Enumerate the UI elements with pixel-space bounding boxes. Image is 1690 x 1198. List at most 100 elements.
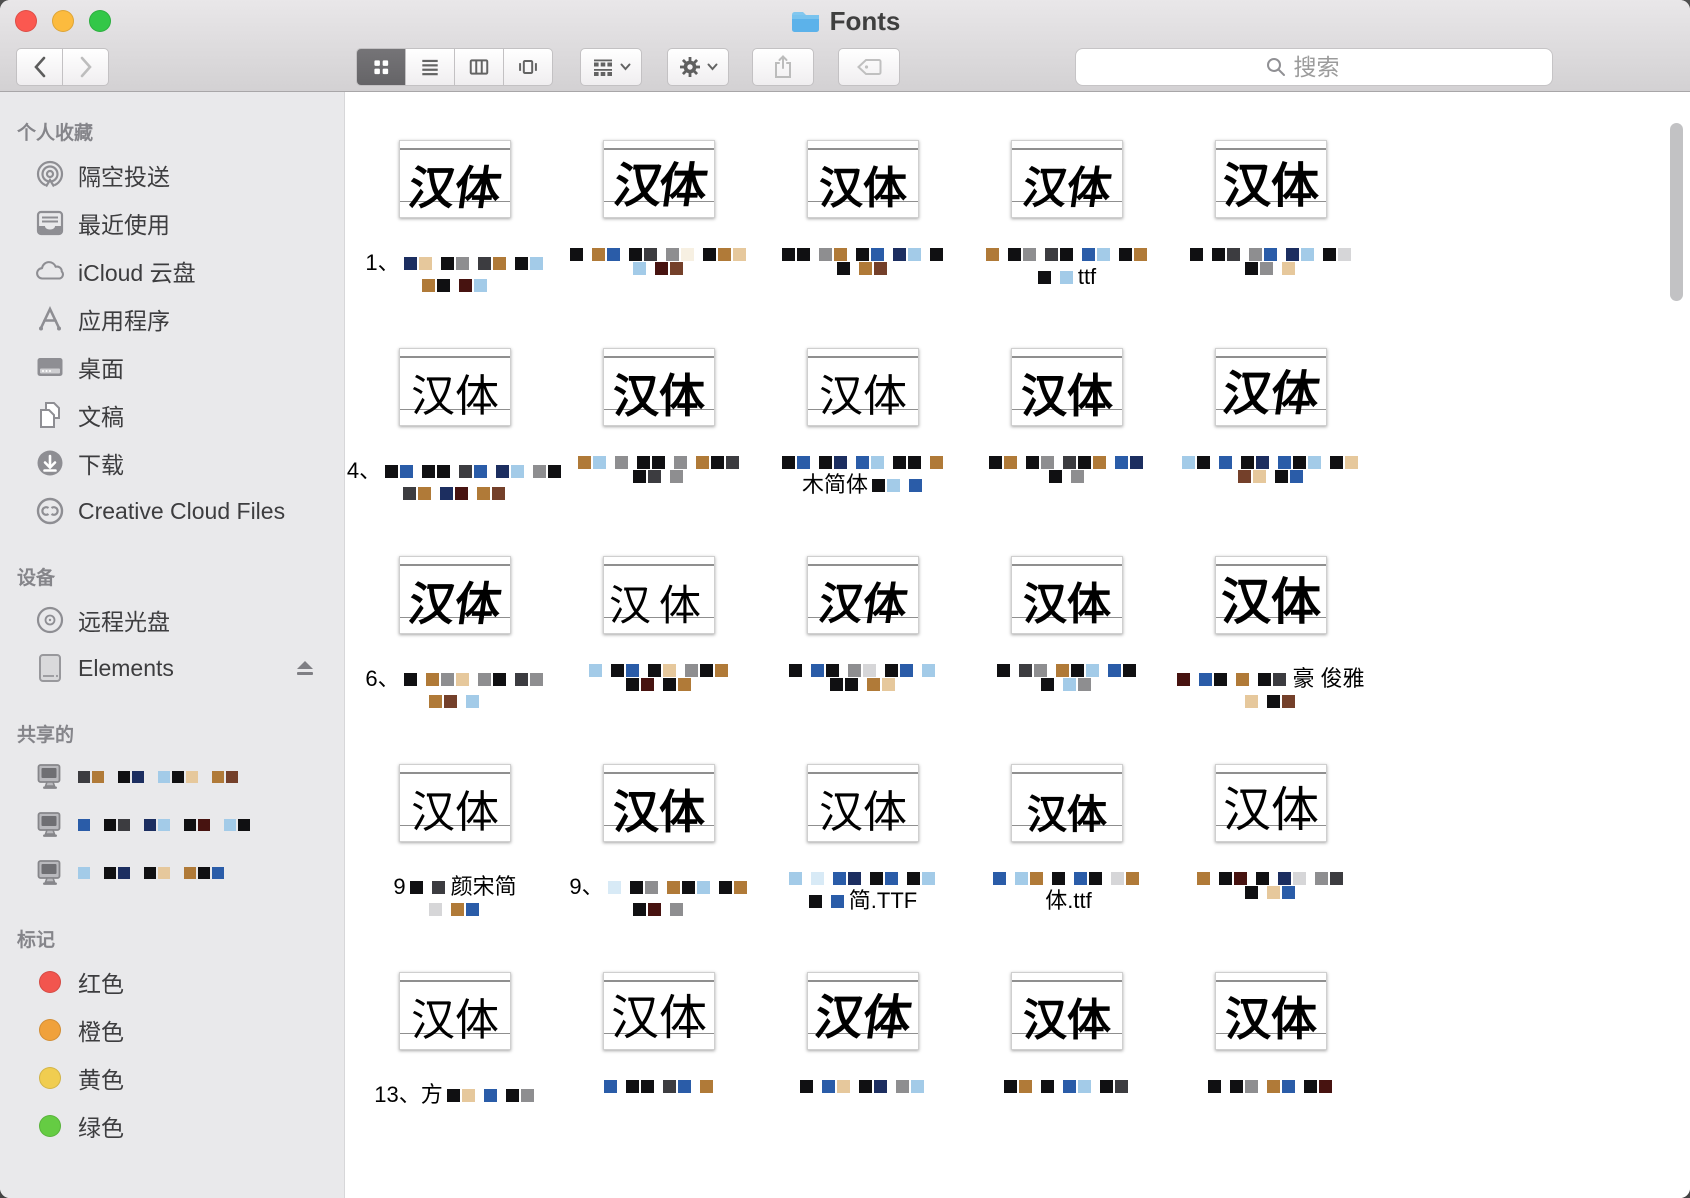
file-item[interactable]: 汉体1、 bbox=[353, 140, 557, 292]
font-preview-icon: 汉体 bbox=[807, 764, 919, 842]
font-preview-icon: 汉体 bbox=[1215, 972, 1327, 1050]
computer-icon bbox=[35, 810, 65, 840]
redacted-text-mosaic bbox=[837, 262, 889, 275]
file-item[interactable]: 汉体 bbox=[1169, 140, 1373, 275]
sidebar-item-applications[interactable]: 应用程序 bbox=[0, 295, 344, 343]
file-item[interactable]: 汉体 bbox=[1169, 764, 1373, 899]
sidebar-item-icloud[interactable]: iCloud 云盘 bbox=[0, 247, 344, 295]
group-by-button[interactable] bbox=[580, 48, 642, 86]
file-item[interactable]: 汉体 bbox=[557, 972, 761, 1093]
sidebar-item-shared-computer-1[interactable] bbox=[0, 753, 344, 801]
file-item[interactable]: 汉体 bbox=[761, 556, 965, 691]
file-item[interactable]: 汉体 bbox=[557, 556, 761, 691]
file-item[interactable]: 汉体9颜宋简 bbox=[353, 764, 557, 916]
font-preview-icon: 汉体 bbox=[603, 972, 715, 1050]
file-item[interactable]: 汉体4、 bbox=[353, 348, 557, 500]
font-preview-text: 汉体 bbox=[613, 789, 705, 835]
file-name-line2 bbox=[1245, 262, 1297, 275]
view-icon-button[interactable] bbox=[356, 48, 406, 86]
file-name-line2: ttf bbox=[1038, 262, 1096, 292]
font-preview-text: 汉体 bbox=[411, 791, 499, 835]
font-preview-icon: 汉体 bbox=[399, 348, 511, 426]
search-input[interactable] bbox=[1294, 54, 1364, 81]
font-preview-icon: 汉体 bbox=[807, 972, 919, 1050]
applications-icon bbox=[35, 304, 65, 334]
sidebar-item-creative-cloud[interactable]: Creative Cloud Files bbox=[0, 487, 344, 535]
file-item[interactable]: 汉体 bbox=[965, 348, 1169, 483]
sidebar-item-tag-green[interactable]: 绿色 bbox=[0, 1102, 344, 1150]
redacted-text-mosaic bbox=[1177, 673, 1288, 686]
file-item[interactable]: 汉体 bbox=[1169, 348, 1373, 483]
window-title-text: Fonts bbox=[830, 6, 901, 36]
tag-button[interactable] bbox=[838, 48, 900, 86]
content-scrollbar[interactable] bbox=[1670, 123, 1683, 301]
forward-button[interactable] bbox=[62, 48, 109, 86]
redacted-text-mosaic bbox=[782, 248, 945, 261]
file-item[interactable]: 汉体 bbox=[965, 556, 1169, 691]
file-name-fragment: 颜宋简 bbox=[451, 872, 517, 902]
share-button[interactable] bbox=[752, 48, 814, 86]
back-button[interactable] bbox=[16, 48, 63, 86]
preview-guide-line bbox=[1012, 980, 1122, 982]
file-item[interactable]: 汉体简.TTF bbox=[761, 764, 965, 916]
file-name-line1 bbox=[789, 872, 937, 885]
sidebar-item-tag-red[interactable]: 红色 bbox=[0, 958, 344, 1006]
font-preview-icon: 汉体 bbox=[603, 140, 715, 218]
preview-guide-line bbox=[400, 356, 510, 358]
sidebar-item-downloads[interactable]: 下载 bbox=[0, 439, 344, 487]
file-item[interactable]: 汉体 bbox=[557, 348, 761, 483]
redacted-text-mosaic bbox=[1038, 271, 1075, 284]
documents-icon bbox=[35, 400, 65, 430]
sidebar-item-airdrop[interactable]: 隔空投送 bbox=[0, 151, 344, 199]
toolbar: Fonts bbox=[0, 0, 1690, 92]
sidebar-item-tag-yellow[interactable]: 黄色 bbox=[0, 1054, 344, 1102]
file-name-line1 bbox=[1190, 248, 1353, 261]
sidebar-item-remote-disc[interactable]: 远程光盘 bbox=[0, 596, 344, 644]
redacted-text-mosaic bbox=[993, 872, 1141, 885]
file-item[interactable]: 汉体 bbox=[557, 140, 761, 275]
preview-guide-line bbox=[808, 356, 918, 358]
font-preview-text: 汉体 bbox=[411, 999, 499, 1043]
redacted-text-mosaic bbox=[604, 1080, 715, 1093]
sidebar-item-elements[interactable]: Elements bbox=[0, 644, 344, 692]
sidebar-item-tag-orange[interactable]: 橙色 bbox=[0, 1006, 344, 1054]
file-item[interactable]: 汉体13、方 bbox=[353, 972, 557, 1110]
file-name-line1: 6、 bbox=[365, 664, 544, 694]
sidebar-item-label: iCloud 云盘 bbox=[78, 254, 196, 288]
sidebar-item-desktop[interactable]: 桌面 bbox=[0, 343, 344, 391]
sidebar-item-recents[interactable]: 最近使用 bbox=[0, 199, 344, 247]
view-list-button[interactable] bbox=[405, 48, 455, 86]
view-column-button[interactable] bbox=[454, 48, 504, 86]
redacted-text-mosaic bbox=[1245, 262, 1297, 275]
font-preview-icon: 汉体 bbox=[807, 140, 919, 218]
file-name-line2 bbox=[837, 262, 889, 275]
file-item[interactable]: 汉体ttf bbox=[965, 140, 1169, 292]
file-item[interactable]: 汉体6、 bbox=[353, 556, 557, 708]
sidebar-item-label: 桌面 bbox=[78, 350, 124, 384]
file-item[interactable]: 汉体 bbox=[761, 972, 965, 1093]
action-button[interactable] bbox=[667, 48, 729, 86]
file-item[interactable]: 汉体 bbox=[965, 972, 1169, 1093]
file-item[interactable]: 汉体木简体 bbox=[761, 348, 965, 500]
desktop-icon bbox=[35, 352, 65, 382]
file-extension-fragment: 简.TTF bbox=[849, 886, 917, 916]
file-name-fragment: 豪 俊雅 bbox=[1292, 664, 1364, 694]
file-name-line2 bbox=[1238, 470, 1305, 483]
sidebar-item-shared-computer-3[interactable] bbox=[0, 849, 344, 897]
redacted-text-mosaic bbox=[872, 479, 924, 492]
file-item[interactable]: 汉体 bbox=[761, 140, 965, 275]
sidebar-item-label: Creative Cloud Files bbox=[78, 498, 285, 525]
sidebar-item-documents[interactable]: 文稿 bbox=[0, 391, 344, 439]
sidebar-item-shared-computer-2[interactable] bbox=[0, 801, 344, 849]
file-item[interactable]: 汉体体.ttf bbox=[965, 764, 1169, 916]
file-number-prefix: 9、 bbox=[569, 872, 603, 902]
file-name-line1: 4、 bbox=[347, 456, 563, 486]
file-item[interactable]: 汉体豪 俊雅 bbox=[1169, 556, 1373, 708]
file-item[interactable]: 汉体 9、 bbox=[557, 764, 761, 916]
search-field[interactable] bbox=[1075, 48, 1553, 86]
group-by-icon bbox=[591, 56, 615, 78]
file-item[interactable]: 汉体 bbox=[1169, 972, 1373, 1093]
redacted-text-mosaic bbox=[78, 819, 252, 831]
view-gallery-button[interactable] bbox=[503, 48, 553, 86]
eject-button[interactable] bbox=[294, 658, 316, 678]
